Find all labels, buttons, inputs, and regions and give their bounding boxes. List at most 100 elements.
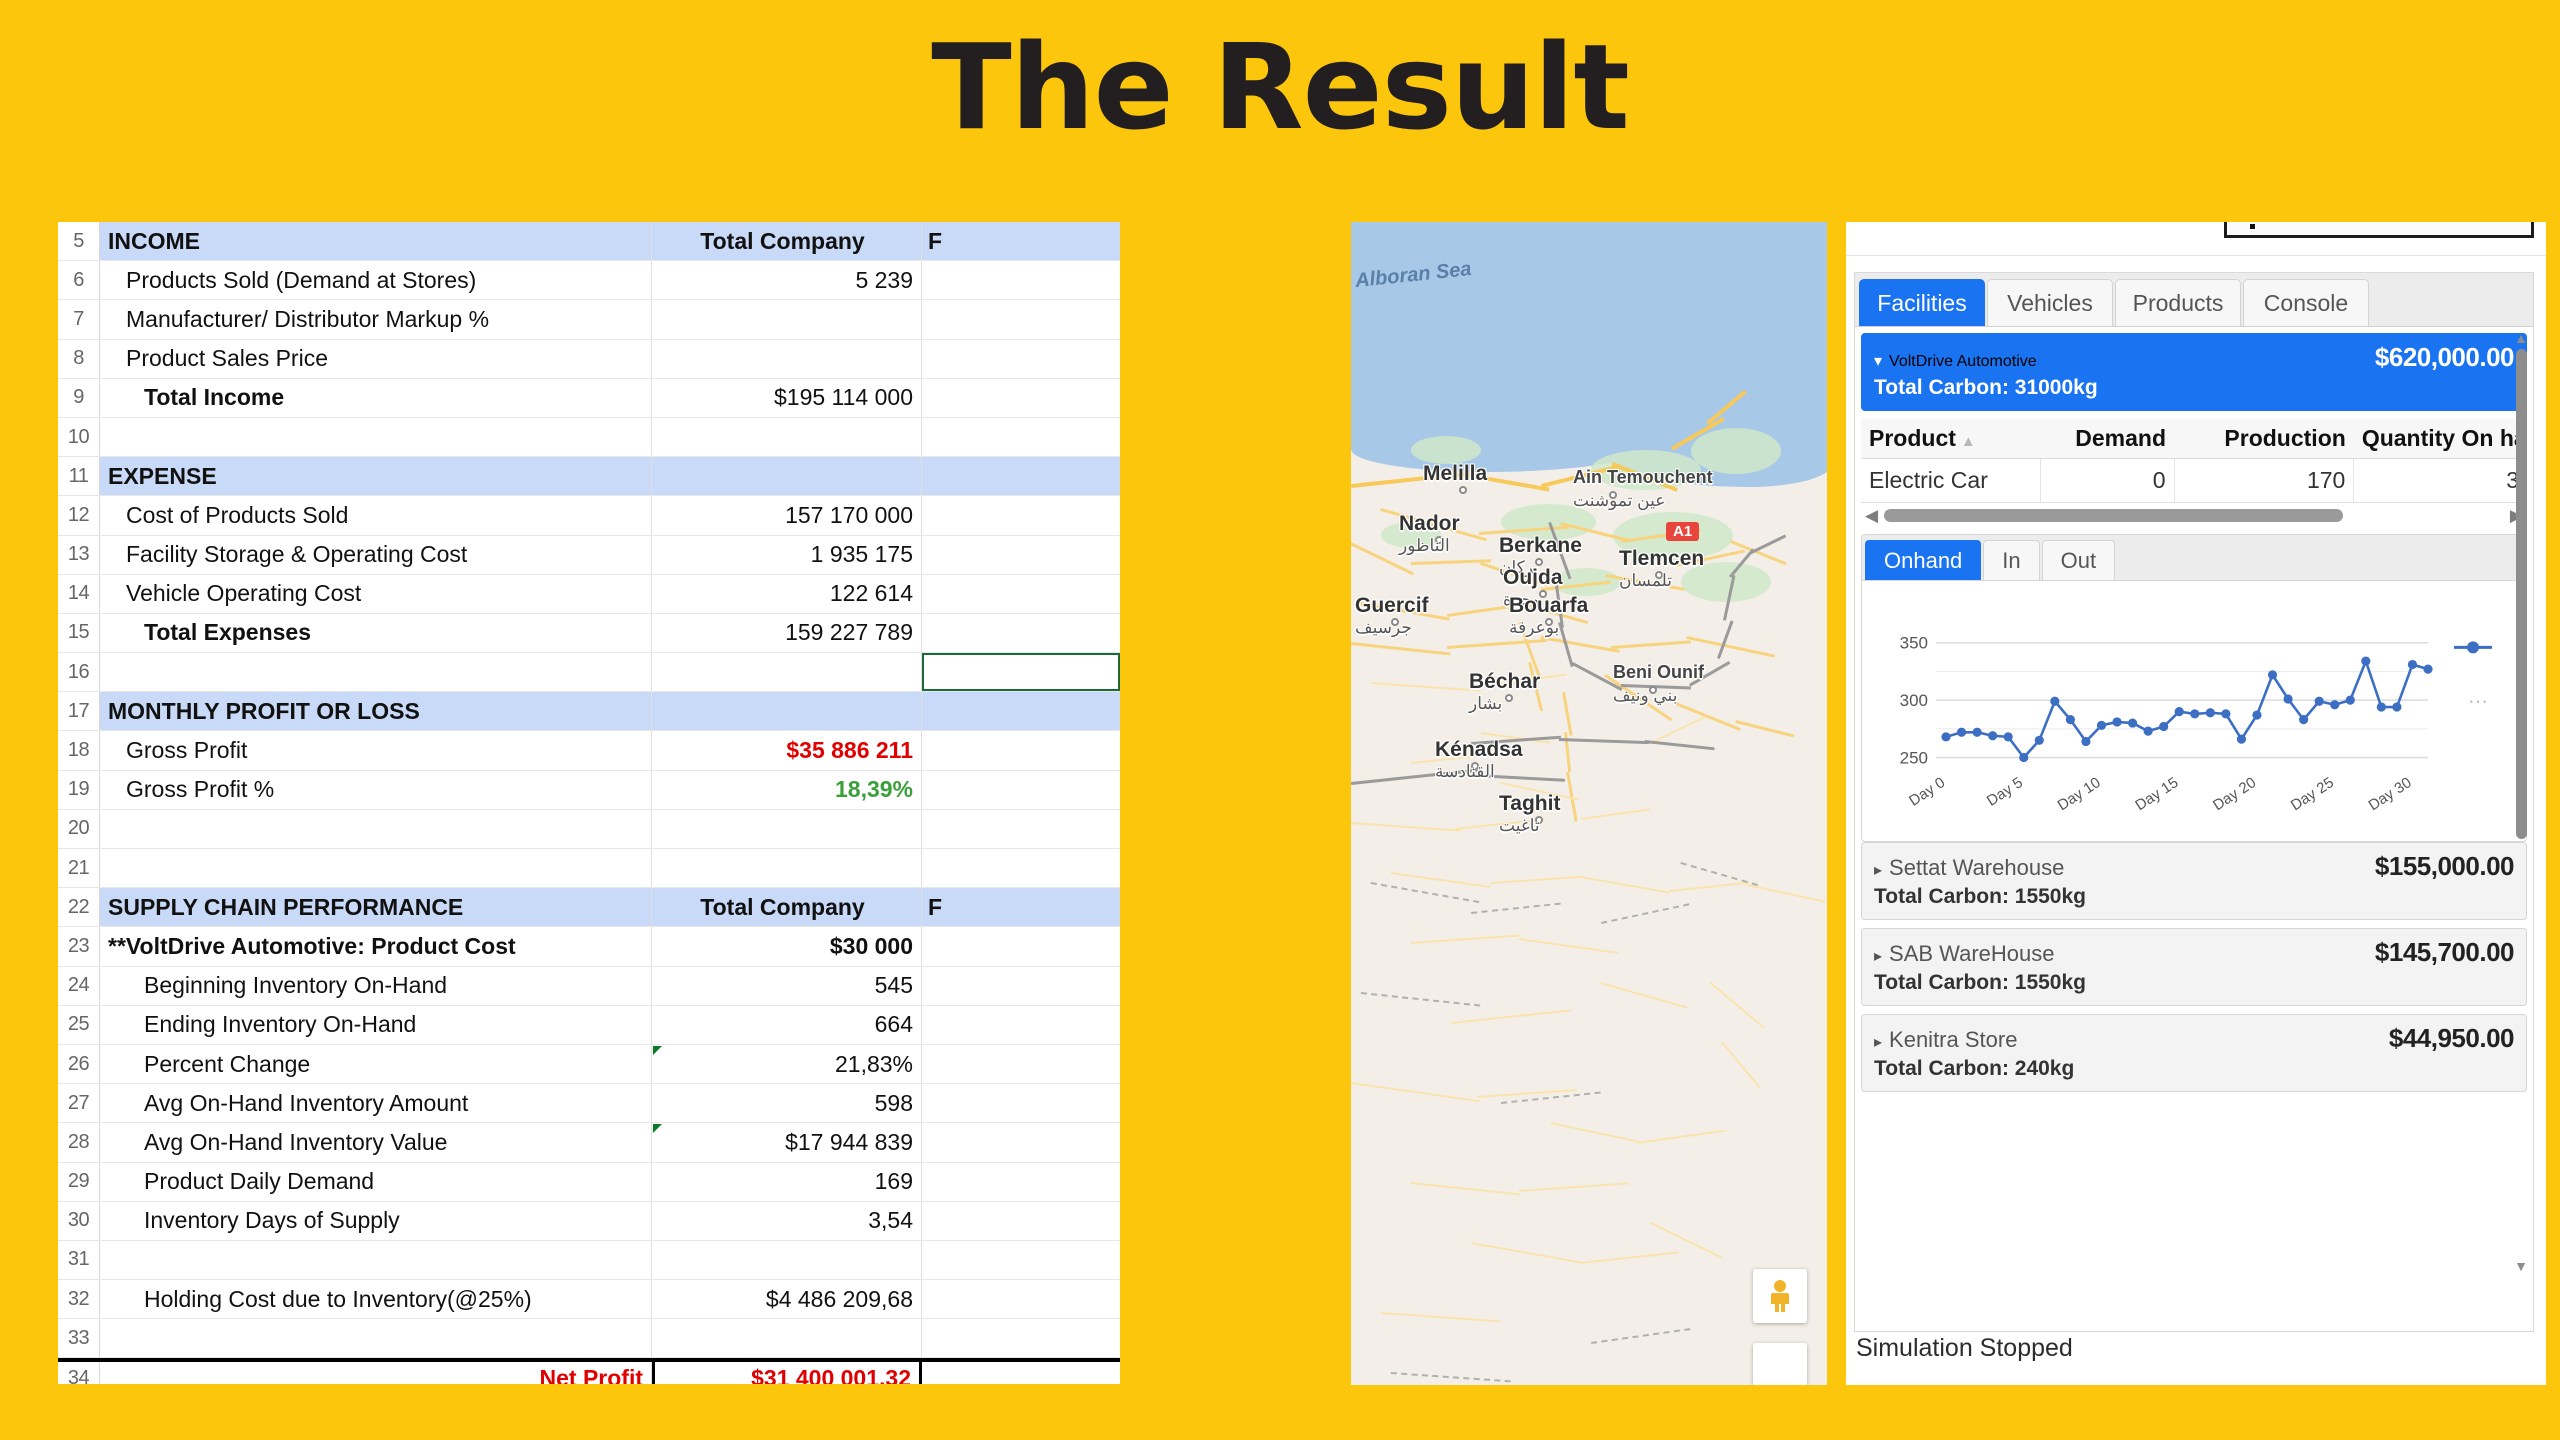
cell-C7[interactable]	[922, 300, 1120, 338]
col-production[interactable]: Production	[2174, 419, 2354, 459]
cell-A11[interactable]: EXPENSE	[100, 457, 652, 496]
tab-products[interactable]: Products	[2115, 279, 2241, 326]
row-header-9[interactable]: 9	[58, 378, 100, 417]
sheet-row-25[interactable]: 25 Ending Inventory On-Hand 664	[58, 1005, 1120, 1045]
data-point[interactable]	[2081, 736, 2091, 747]
cell-B24[interactable]: 545	[652, 966, 922, 1005]
cell-A15[interactable]: Total Expenses	[100, 613, 652, 653]
data-point[interactable]	[1956, 727, 1967, 737]
row-header-21[interactable]: 21	[58, 849, 100, 888]
cell-B21[interactable]	[652, 849, 922, 888]
chart-tab-in[interactable]: In	[1983, 540, 2040, 580]
row-header-27[interactable]: 27	[58, 1084, 100, 1123]
cell-A5[interactable]: INCOME	[100, 222, 652, 261]
cell-B20[interactable]	[652, 809, 922, 848]
data-point[interactable]	[2345, 695, 2355, 705]
cell-B22[interactable]: Total Company	[652, 888, 922, 927]
product-table-hscrollbar[interactable]: ◀ ▶	[1861, 502, 2527, 528]
data-point[interactable]	[2267, 670, 2278, 680]
data-point[interactable]	[2376, 702, 2386, 712]
sheet-row-30[interactable]: 30 Inventory Days of Supply 3,54	[58, 1201, 1120, 1241]
cell-A22[interactable]: SUPPLY CHAIN PERFORMANCE	[100, 888, 652, 927]
vscroll-track[interactable]	[2516, 349, 2527, 1255]
sheet-row-6[interactable]: 6 Products Sold (Demand at Stores) 5 239	[58, 261, 1120, 301]
cell-A13[interactable]: Facility Storage & Operating Cost	[100, 535, 652, 574]
data-point[interactable]	[2205, 708, 2215, 718]
cell-A17[interactable]: MONTHLY PROFIT OR LOSS	[100, 692, 652, 731]
row-header-17[interactable]: 17	[58, 692, 100, 731]
row-header-8[interactable]: 8	[58, 339, 100, 378]
cell-B19[interactable]: 18,39%	[652, 770, 922, 809]
cell-B6[interactable]: 5 239	[652, 261, 922, 300]
sheet-row-5[interactable]: 5 INCOME Total Company F	[58, 222, 1120, 262]
cell-C6[interactable]	[922, 261, 1120, 299]
row-header-13[interactable]: 13	[58, 535, 100, 574]
cell-C21[interactable]	[922, 849, 1120, 887]
data-point[interactable]	[2423, 664, 2433, 674]
chart-tab-out[interactable]: Out	[2041, 540, 2116, 580]
sheet-row-16[interactable]: 16	[58, 653, 1120, 693]
chart-tab-onhand[interactable]: Onhand	[1865, 540, 1982, 580]
sheet-row-34[interactable]: 34 Net Profit $31 400 001,32	[58, 1358, 1120, 1384]
cell-B30[interactable]: 3,54	[652, 1201, 922, 1240]
sheet-row-27[interactable]: 27 Avg On-Hand Inventory Amount 598	[58, 1084, 1120, 1124]
cell-C33[interactable]	[922, 1319, 1120, 1357]
simulation-app-panel[interactable]: Facilities Vehicles Products Console ▾ VoltD…	[1846, 222, 2546, 1385]
sheet-row-12[interactable]: 12 Cost of Products Sold 157 170 000	[58, 496, 1120, 536]
data-point[interactable]	[2159, 721, 2169, 732]
facility-card[interactable]: ▸ Kenitra Store $44,950.00 Total Carbon: 24…	[1861, 1014, 2527, 1092]
cell-A28[interactable]: Avg On-Hand Inventory Value	[100, 1123, 652, 1162]
cell-B26[interactable]: 21,83%	[652, 1044, 922, 1084]
cell-C20[interactable]	[922, 810, 1120, 848]
cell-C8[interactable]	[922, 340, 1120, 378]
cell-C22[interactable]: F	[922, 888, 1120, 927]
cell-C26[interactable]	[922, 1045, 1120, 1083]
data-point[interactable]	[2236, 734, 2247, 744]
cell-C13[interactable]	[922, 536, 1120, 574]
row-header-22[interactable]: 22	[58, 888, 100, 927]
data-point[interactable]	[1941, 732, 1951, 742]
data-point[interactable]	[2392, 702, 2402, 712]
col-demand[interactable]: Demand	[2040, 419, 2174, 459]
cell-C31[interactable]	[922, 1241, 1120, 1279]
cell-A23[interactable]: **VoltDrive Automotive: Product Cost	[100, 927, 652, 966]
street-view-pegman-icon[interactable]	[1753, 1269, 1807, 1323]
data-point[interactable]	[2127, 718, 2138, 728]
row-header-20[interactable]: 20	[58, 809, 100, 848]
table-row[interactable]: Electric Car 0 170 3	[1861, 458, 2527, 502]
chevron-right-icon[interactable]: ▸	[1874, 1032, 1882, 1052]
cell-C5[interactable]: F	[922, 222, 1120, 261]
cell-C16[interactable]	[922, 653, 1120, 692]
data-point[interactable]	[2143, 726, 2153, 736]
cell-A24[interactable]: Beginning Inventory On-Hand	[100, 966, 652, 1005]
scroll-left-icon[interactable]: ◀	[1865, 506, 1878, 526]
sheet-row-13[interactable]: 13 Facility Storage & Operating Cost 1 935…	[58, 535, 1120, 575]
product-table[interactable]: Product ▲ Demand Production Quantity On h…	[1861, 419, 2527, 502]
row-header-29[interactable]: 29	[58, 1162, 100, 1201]
search-input[interactable]	[2224, 222, 2534, 238]
cell-A6[interactable]: Products Sold (Demand at Stores)	[100, 261, 652, 300]
data-point[interactable]	[2174, 707, 2184, 717]
cell-A8[interactable]: Product Sales Price	[100, 339, 652, 378]
sheet-row-22[interactable]: 22 SUPPLY CHAIN PERFORMANCE Total Company F	[58, 888, 1120, 928]
row-header-6[interactable]: 6	[58, 261, 100, 300]
cell-A32[interactable]: Holding Cost due to Inventory(@25%)	[100, 1280, 652, 1319]
sheet-row-24[interactable]: 24 Beginning Inventory On-Hand 545	[58, 966, 1120, 1006]
cell-A7[interactable]: Manufacturer/ Distributor Markup %	[100, 300, 652, 339]
cell-A34[interactable]: Net Profit	[100, 1362, 652, 1384]
cell-B34[interactable]: $31 400 001,32	[652, 1362, 922, 1384]
row-header-14[interactable]: 14	[58, 574, 100, 613]
data-point[interactable]	[2283, 694, 2293, 704]
cell-A20[interactable]	[100, 809, 652, 848]
hscroll-track[interactable]	[1884, 509, 2504, 522]
cell-A14[interactable]: Vehicle Operating Cost	[100, 574, 652, 613]
chevron-right-icon[interactable]: ▸	[1874, 860, 1882, 880]
scroll-down-icon[interactable]: ▼	[2511, 1257, 2531, 1275]
cell-A31[interactable]	[100, 1240, 652, 1280]
cell-C12[interactable]	[922, 496, 1120, 534]
chevron-down-icon[interactable]: ▾	[1874, 351, 1882, 371]
cell-A30[interactable]: Inventory Days of Supply	[100, 1201, 652, 1240]
cell-C29[interactable]	[922, 1163, 1120, 1201]
cell-A27[interactable]: Avg On-Hand Inventory Amount	[100, 1084, 652, 1123]
tab-console[interactable]: Console	[2243, 279, 2369, 326]
